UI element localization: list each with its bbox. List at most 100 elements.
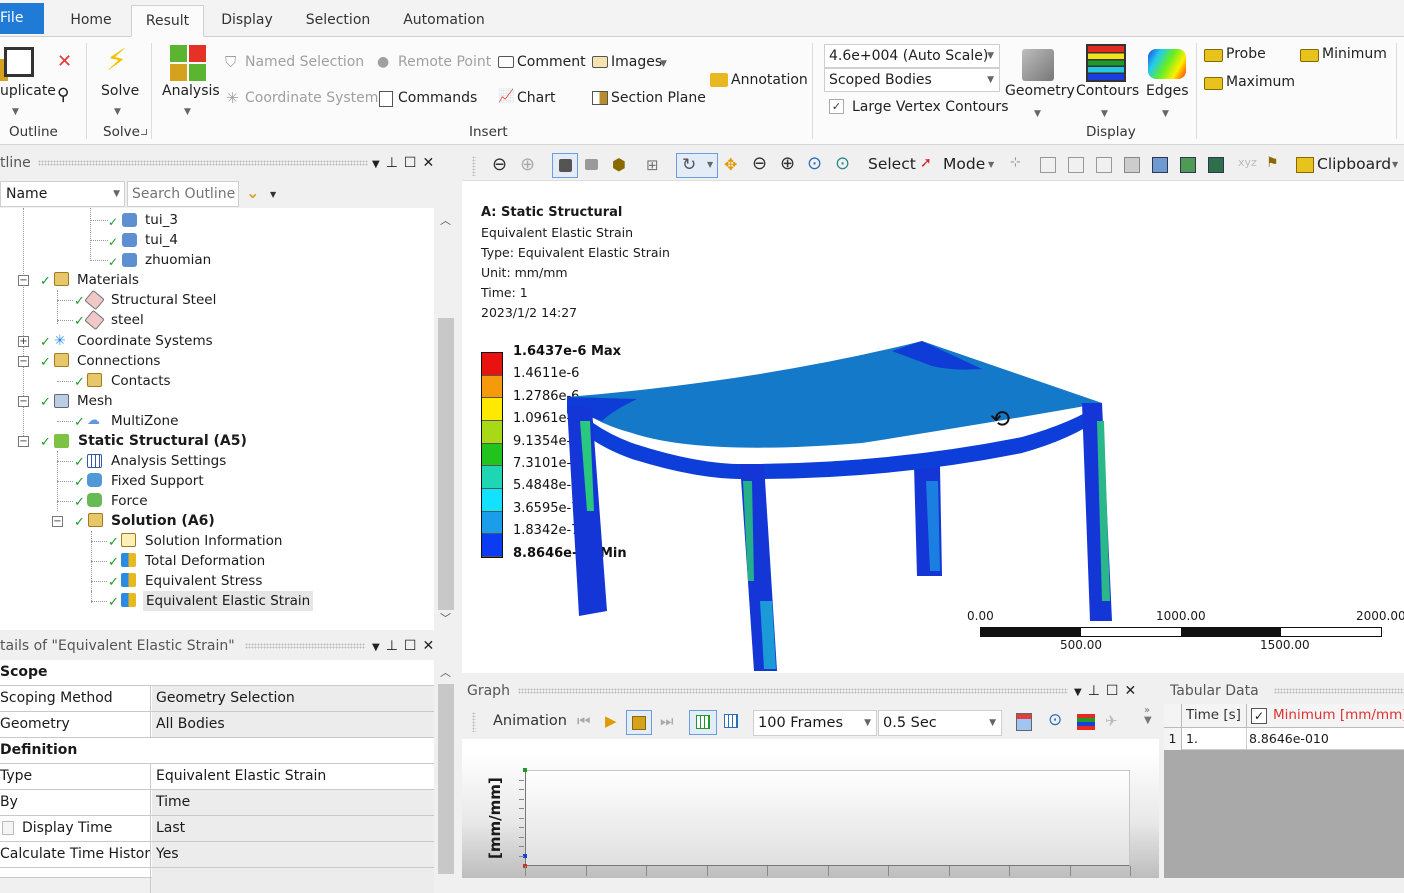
graph-plot-area[interactable]: [mm/mm] — [462, 739, 1159, 878]
collapse-icon[interactable]: − — [18, 436, 29, 447]
graph-legend-icon[interactable] — [1077, 714, 1095, 730]
tab-home[interactable]: Home — [55, 5, 127, 37]
find-icon[interactable]: ⚲ — [57, 85, 69, 105]
column-header-minimum[interactable]: Minimum [mm/mm] — [1273, 707, 1404, 723]
outline-search-input[interactable] — [127, 181, 239, 207]
result-sets-icon[interactable] — [724, 714, 738, 728]
stop-button[interactable] — [626, 710, 652, 735]
select-mesh-icon[interactable]: ⊹ — [1010, 155, 1021, 170]
pan-icon[interactable]: ✥ — [724, 155, 737, 174]
commands-button[interactable]: Commands — [398, 90, 477, 106]
tabular-row[interactable]: 1 1. 8.8646e-010 — [1164, 728, 1404, 750]
tab-file[interactable]: File — [0, 3, 44, 34]
maximize-icon[interactable]: ☐ — [404, 638, 423, 654]
parameter-checkbox[interactable] — [2, 821, 14, 835]
analysis-button[interactable]: Analysis — [162, 83, 220, 99]
analysis-icon[interactable] — [170, 45, 208, 81]
zoom-to-fit-icon[interactable]: ⊙ — [807, 153, 822, 174]
select-element-icon[interactable] — [1208, 157, 1224, 173]
rotate-button[interactable]: ↻ ▼ — [676, 153, 718, 178]
solve-dialog-launcher-icon[interactable] — [141, 129, 147, 135]
expand-icon[interactable]: + — [18, 336, 29, 347]
capture-icon[interactable]: ✈ — [1105, 712, 1118, 730]
pin-icon[interactable]: ⊥ — [386, 638, 404, 654]
toolbar-grip[interactable] — [472, 156, 476, 176]
select-element-face-icon[interactable] — [1180, 157, 1196, 173]
outline-scrollbar[interactable]: ︿ ﹀ — [436, 208, 456, 630]
clipboard-button[interactable]: Clipboard — [1317, 155, 1391, 173]
contours-dropdown-icon[interactable]: ▼ — [1101, 109, 1108, 119]
chart-button[interactable]: Chart — [517, 90, 555, 106]
panel-menu-icon[interactable]: ▼ — [372, 642, 386, 653]
analysis-dropdown-icon[interactable]: ▼ — [184, 107, 191, 117]
scroll-down-icon[interactable]: ﹀ — [440, 610, 451, 626]
contours-icon[interactable] — [1086, 44, 1126, 82]
panel-grip[interactable] — [518, 688, 1068, 694]
box-zoom-icon[interactable]: ⊕ — [780, 153, 795, 174]
zoom-previous-icon[interactable]: ⊖ — [492, 154, 507, 175]
close-icon[interactable]: ✕ — [422, 155, 440, 171]
show-vertices-icon[interactable]: ⬢ — [612, 155, 626, 174]
minimum-column-checkbox[interactable]: ✓ — [1251, 708, 1267, 724]
solve-dropdown-icon[interactable]: ▼ — [114, 107, 121, 117]
details-row-geometry[interactable]: Geometry All Bodies — [0, 712, 434, 738]
panel-menu-icon[interactable]: ▼ — [1074, 687, 1088, 698]
details-row-by[interactable]: By Time — [0, 790, 434, 816]
next-frame-icon[interactable]: ⏭ — [660, 712, 674, 730]
wireframe-icon[interactable] — [585, 159, 598, 170]
panel-grip[interactable] — [1274, 688, 1404, 694]
scrollbar-thumb[interactable] — [438, 684, 454, 874]
column-header-time[interactable]: Time [s] — [1186, 707, 1241, 723]
contours-button[interactable]: Contours — [1076, 83, 1139, 99]
frames-select[interactable]: 100 Frames ▼ — [753, 710, 877, 736]
collapse-icon[interactable]: − — [52, 516, 63, 527]
solve-button[interactable]: Solve — [101, 83, 139, 99]
scrollbar-thumb[interactable] — [438, 318, 454, 610]
named-selection-button[interactable]: Named Selection — [245, 54, 364, 70]
magnifier-icon[interactable]: ⊙ — [835, 153, 850, 174]
details-section-scope[interactable]: Scope — [0, 660, 434, 686]
edges-dropdown-icon[interactable]: ▼ — [1162, 109, 1169, 119]
select-edge-icon[interactable] — [1068, 157, 1084, 173]
comment-button[interactable]: Comment — [517, 54, 586, 70]
select-face-icon[interactable] — [1096, 157, 1112, 173]
mesh-display-icon[interactable]: ⊞ — [646, 156, 659, 174]
details-row-calculate-time-history[interactable]: Calculate Time History Yes — [0, 842, 434, 868]
panel-grip[interactable] — [245, 643, 365, 649]
details-row-display-time[interactable]: Display Time Last — [0, 816, 434, 842]
zoom-icon[interactable]: ⊖ — [752, 153, 767, 174]
section-plane-button[interactable]: Section Plane — [611, 90, 706, 106]
large-vertex-contours-checkbox[interactable]: ✓ — [829, 99, 844, 114]
select-body-icon[interactable] — [1124, 157, 1140, 173]
select-vertex-icon[interactable] — [1040, 157, 1056, 173]
search-options-chevron-icon[interactable]: ⌄ — [246, 183, 259, 202]
details-row-type[interactable]: Type Equivalent Elastic Strain — [0, 764, 434, 790]
pin-icon[interactable]: ⊥ — [1088, 683, 1106, 699]
chevron-down-icon[interactable]: ▼ — [988, 160, 994, 169]
select-button[interactable]: Select — [868, 155, 916, 173]
details-row-scoping-method[interactable]: Scoping Method Geometry Selection — [0, 686, 434, 712]
mode-button[interactable]: Mode — [943, 155, 985, 173]
toolbar-grip[interactable] — [472, 712, 476, 732]
outline-name-filter[interactable]: Name ▼ — [0, 181, 125, 207]
play-icon[interactable]: ▶ — [605, 712, 617, 730]
scroll-up-icon[interactable]: ︿ — [440, 664, 451, 680]
collapse-icon[interactable]: − — [18, 275, 29, 286]
delete-icon[interactable]: ✕ — [57, 51, 72, 72]
coordinates-icon[interactable]: xyz — [1238, 156, 1257, 169]
edges-button[interactable]: Edges — [1146, 83, 1189, 99]
remote-point-button[interactable]: Remote Point — [398, 54, 491, 70]
duplicate-button[interactable]: uplicate — [0, 83, 56, 99]
tab-result[interactable]: Result — [131, 5, 204, 37]
edges-icon[interactable] — [1148, 49, 1186, 79]
panel-grip[interactable] — [38, 160, 368, 166]
tab-display[interactable]: Display — [210, 5, 284, 37]
zoom-next-icon[interactable]: ⊕ — [520, 154, 535, 175]
details-scrollbar[interactable]: ︿ — [436, 660, 456, 878]
collapse-icon[interactable]: − — [18, 396, 29, 407]
coordinate-system-button[interactable]: Coordinate System — [245, 90, 378, 106]
zoom-fit-graph-icon[interactable]: ⊙ — [1048, 710, 1062, 730]
scale-combo[interactable]: 4.6e+004 (Auto Scale) ▼ — [824, 44, 1000, 68]
maximize-icon[interactable]: ☐ — [404, 155, 423, 171]
geometry-dropdown-icon[interactable]: ▼ — [1034, 109, 1041, 119]
